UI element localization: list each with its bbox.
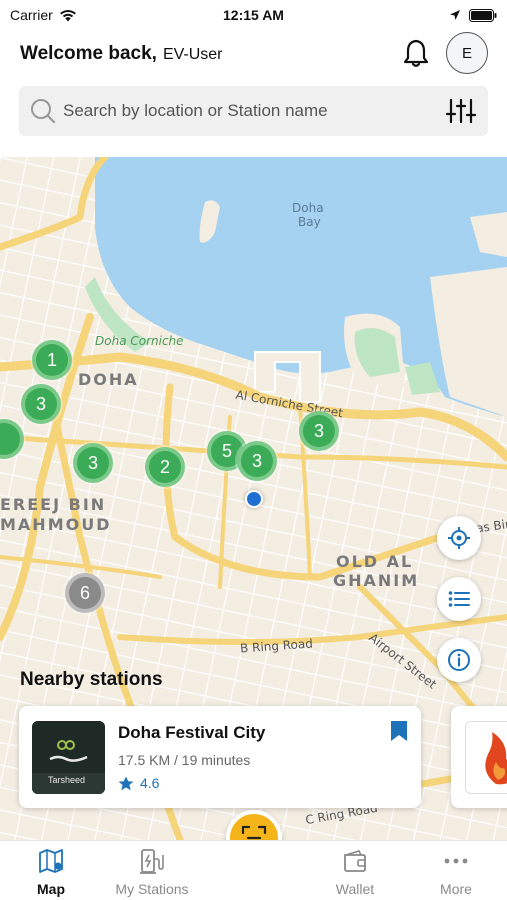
station-cluster[interactable]: 3 bbox=[73, 443, 113, 483]
user-location-dot bbox=[245, 490, 263, 508]
wifi-icon bbox=[59, 9, 76, 21]
search-bar[interactable] bbox=[19, 86, 488, 136]
station-cluster[interactable]: 2 bbox=[145, 447, 185, 487]
station-rating-row: 4.6 bbox=[118, 775, 159, 791]
header: Welcome back, EV-User E bbox=[0, 30, 507, 78]
status-bar: Carrier 12:15 AM bbox=[0, 0, 507, 30]
tab-my-stations[interactable]: My Stations bbox=[107, 847, 197, 897]
location-arrow-icon bbox=[450, 10, 460, 20]
tab-wallet-label: Wallet bbox=[335, 881, 375, 897]
tab-bar: Map My Stations Wallet More bbox=[0, 840, 507, 900]
map-label-district-old-al: OLD AL bbox=[336, 552, 414, 571]
list-icon bbox=[448, 591, 470, 607]
station-cluster-offline[interactable]: 6 bbox=[65, 573, 105, 613]
map-label-bay: Bay bbox=[298, 215, 321, 229]
station-cluster[interactable]: 3 bbox=[237, 441, 277, 481]
star-icon bbox=[118, 776, 134, 790]
search-icon bbox=[31, 99, 56, 124]
station-card-next[interactable] bbox=[451, 706, 507, 808]
station-logo-next bbox=[465, 721, 507, 794]
charging-station-icon bbox=[140, 849, 164, 874]
more-dots-icon bbox=[444, 858, 468, 864]
map-label-park: Doha Corniche bbox=[95, 334, 184, 348]
map-label-district-doha: DOHA bbox=[78, 370, 139, 389]
info-button[interactable] bbox=[437, 638, 481, 682]
map-label-doha: Doha bbox=[292, 201, 324, 215]
crosshair-icon bbox=[448, 527, 470, 549]
info-icon bbox=[448, 649, 470, 671]
status-right bbox=[449, 8, 497, 22]
welcome-greeting: Welcome back, bbox=[20, 43, 157, 64]
battery-icon bbox=[469, 8, 497, 22]
search-input[interactable] bbox=[63, 101, 433, 121]
map-label-district-ghanim: GHANIM bbox=[333, 571, 420, 590]
username: EV-User bbox=[162, 46, 223, 63]
tab-more-label: More bbox=[440, 881, 472, 897]
tab-wallet[interactable]: Wallet bbox=[310, 847, 400, 897]
station-logo-text: Tarsheed bbox=[48, 775, 86, 785]
list-view-button[interactable] bbox=[437, 577, 481, 621]
station-rating: 4.6 bbox=[140, 775, 160, 791]
station-name: Doha Festival City bbox=[118, 723, 266, 742]
tab-map[interactable]: Map bbox=[6, 847, 96, 897]
station-cluster[interactable]: 3 bbox=[299, 411, 339, 451]
station-distance: 17.5 KM / 19 minutes bbox=[118, 752, 251, 768]
station-card[interactable]: Tarsheed Doha Festival City 17.5 KM / 19… bbox=[19, 706, 421, 808]
avatar[interactable]: E bbox=[446, 32, 488, 74]
map-icon bbox=[39, 849, 63, 873]
station-logo: Tarsheed bbox=[32, 721, 105, 794]
bookmark-icon[interactable] bbox=[390, 720, 408, 742]
station-cluster[interactable]: 3 bbox=[21, 384, 61, 424]
notification-bell-icon[interactable] bbox=[402, 38, 430, 68]
tab-map-label: Map bbox=[37, 881, 65, 897]
locate-me-button[interactable] bbox=[437, 516, 481, 560]
nearby-stations-title: Nearby stations bbox=[20, 669, 163, 690]
filter-sliders-icon[interactable] bbox=[446, 97, 476, 125]
map-label-district-fereej: EREEJ BIN bbox=[0, 495, 107, 514]
wallet-icon bbox=[344, 850, 366, 872]
map-label-district-mahmoud: MAHMOUD bbox=[0, 515, 112, 534]
tab-my-stations-label: My Stations bbox=[115, 881, 189, 897]
status-left: Carrier bbox=[10, 7, 77, 23]
carrier-label: Carrier bbox=[10, 7, 53, 23]
tab-more[interactable]: More bbox=[411, 847, 501, 897]
station-cluster[interactable]: 1 bbox=[32, 340, 72, 380]
